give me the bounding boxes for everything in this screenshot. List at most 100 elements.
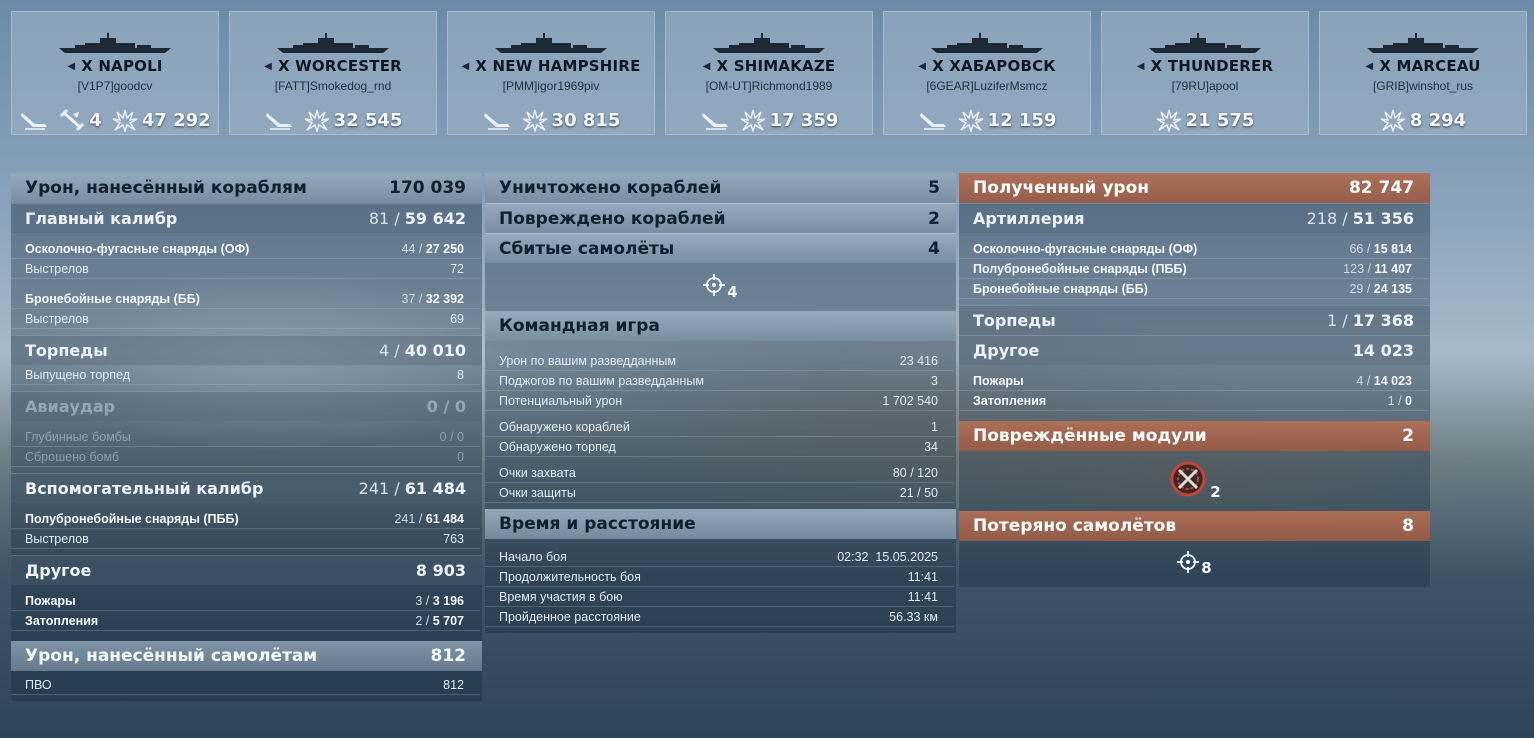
planes-lost-icons: 8 <box>959 541 1430 587</box>
torpedoes-spotted-row: Обнаружено торпед 34 <box>485 437 954 457</box>
floods-row: Затопления 2 / 5 707 <box>11 611 480 631</box>
stat-group: 47 292 <box>112 108 211 132</box>
stat-group <box>19 109 49 131</box>
destroyed-ships-header: Уничтожено кораблей 5 <box>485 173 956 203</box>
stat-group: 12 159 <box>958 108 1057 132</box>
bombs-dropped-row: Сброшено бомб 0 <box>11 447 480 467</box>
ship-name: ◀ X ХАБАРОВСК <box>918 57 1056 75</box>
ship-card[interactable]: ◀ X THUNDERER [79RU]apool 21 575 <box>1101 11 1309 135</box>
received-floods-row: Затопления 1 / 0 <box>959 391 1428 411</box>
damage-icon <box>1380 108 1406 132</box>
ship-name: ◀ X THUNDERER <box>1136 57 1274 75</box>
ship-card[interactable]: ◀ X NEW HAMPSHIRE [PMM]igor1969piv 30 815 <box>447 11 655 135</box>
ship-card[interactable]: ◀ X ХАБАРОВСК [6GEAR]LuziferMsmcz 12 159 <box>883 11 1091 135</box>
received-other-row: Другое 14 023 <box>959 335 1430 365</box>
player-name: [V1P7]goodcv <box>77 79 153 93</box>
aa-row: ПВО 812 <box>11 675 480 695</box>
ship-card[interactable]: ◀ X NAPOLI [V1P7]goodcv 4 47 292 <box>11 11 219 135</box>
ship-stats: 17 359 <box>666 108 872 132</box>
planes-lost-header: Потеряно самолётов 8 <box>959 511 1430 541</box>
received-torpedoes-row: Торпеды 1 / 17 368 <box>959 305 1430 335</box>
ship-name: ◀ X MARCEAU <box>1365 57 1481 75</box>
he-shots-row: Выстрелов 72 <box>11 259 480 279</box>
crosshair-icon <box>703 274 726 300</box>
ship-class-icon: ◀ <box>1365 60 1374 72</box>
torpedo-hit-icon <box>918 109 948 131</box>
ship-stats: 4 47 292 <box>12 108 218 132</box>
player-name: [FATT]Smokedog_rnd <box>274 79 392 93</box>
damage-received-header: Полученный урон 82 747 <box>959 173 1430 203</box>
damage-icon <box>304 108 330 132</box>
received-fires-row: Пожары 4 / 14 023 <box>959 371 1428 391</box>
received-he-row: Осколочно-фугасные снаряды (ОФ) 66 / 15 … <box>959 239 1428 259</box>
ship-card[interactable]: ◀ X MARCEAU [GRIB]winshot_rus 8 294 <box>1319 11 1527 135</box>
battle-duration-row: Продолжительность боя 11:41 <box>485 567 954 587</box>
ship-stats: 8 294 <box>1320 108 1526 132</box>
ship-card[interactable]: ◀ X WORCESTER [FATT]Smokedog_rnd 32 545 <box>229 11 437 135</box>
stat-group <box>918 109 948 131</box>
potential-damage-row: Потенциальный урон 1 702 540 <box>485 391 954 411</box>
depth-charges-row: Глубинные бомбы 0 / 0 <box>11 427 480 447</box>
ship-name: ◀ X NAPOLI <box>67 57 163 75</box>
stat-group <box>482 109 512 131</box>
torpedoes-row: Торпеды 4 / 40 010 <box>11 335 482 365</box>
crosshair-icon <box>1177 551 1200 577</box>
participation-time-row: Время участия в бою 11:41 <box>485 587 954 607</box>
ship-name: ◀ X NEW HAMPSHIRE <box>461 57 641 75</box>
damage-icon <box>112 108 138 132</box>
ship-silhouette-icon <box>448 32 654 56</box>
ship-class-icon: ◀ <box>1136 60 1145 72</box>
ship-stats: 21 575 <box>1102 108 1308 132</box>
spotting-fires-row: Поджогов по вашим разведданным 3 <box>485 371 954 391</box>
battle-start-row: Начало боя 02:32 15.05.2025 <box>485 547 954 567</box>
artillery-row: Артиллерия 218 / 51 356 <box>959 203 1430 233</box>
secondary-battery-row: Вспомогательный калибр 241 / 61 484 <box>11 473 482 503</box>
player-name: [79RU]apool <box>1171 79 1239 93</box>
ship-silhouette-icon <box>884 32 1090 56</box>
stat-value: 47 292 <box>141 109 211 131</box>
ship-silhouette-icon <box>1102 32 1308 56</box>
team-results-panel: Уничтожено кораблей 5 Повреждено корабле… <box>485 173 956 633</box>
ship-silhouette-icon <box>1320 32 1526 56</box>
received-ap-row: Бронебойные снаряды (ББ) 29 / 24 135 <box>959 279 1428 299</box>
ap-shots-row: Выстрелов 69 <box>11 309 480 329</box>
stat-group <box>264 109 294 131</box>
planes-shot-icons: 4 <box>485 263 956 311</box>
ship-class-icon: ◀ <box>67 60 76 72</box>
received-sap-row: Полубронебойные снаряды (ПББ) 123 / 11 4… <box>959 259 1428 279</box>
fires-row: Пожары 3 / 3 196 <box>11 591 480 611</box>
sap-shells-row: Полубронебойные снаряды (ПББ) 241 / 61 4… <box>11 509 480 529</box>
ship-card[interactable]: ◀ X SHIMAKAZE [OM-UT]Richmond1989 17 359 <box>665 11 873 135</box>
spotting-damage-row: Урон по вашим разведданным 23 416 <box>485 351 954 371</box>
damage-icon <box>522 108 548 132</box>
ship-silhouette-icon <box>666 32 872 56</box>
stat-group: 4 <box>59 108 102 132</box>
time-distance-header: Время и расстояние <box>485 509 956 539</box>
stat-value: 21 575 <box>1185 109 1255 131</box>
damaged-ships-header: Повреждено кораблей 2 <box>485 203 956 233</box>
airstrike-row: Авиаудар 0 / 0 <box>11 391 482 421</box>
torpedoes-launched-row: Выпущено торпед 8 <box>11 365 480 385</box>
stat-value: 32 545 <box>333 109 403 131</box>
stat-value: 4 <box>89 109 102 131</box>
ship-name: ◀ X SHIMAKAZE <box>702 57 836 75</box>
damage-dealt-header: Урон, нанесённый кораблям 170 039 <box>11 173 482 203</box>
torpedo-hit-icon <box>19 109 49 131</box>
ships-spotted-row: Обнаружено кораблей 1 <box>485 417 954 437</box>
stat-group: 17 359 <box>740 108 838 132</box>
secondary-shots-row: Выстрелов 763 <box>11 529 480 549</box>
stat-value: 8 294 <box>1409 109 1467 131</box>
stat-value: 12 159 <box>987 109 1057 131</box>
team-play-header: Командная игра <box>485 311 956 341</box>
ship-class-icon: ◀ <box>918 60 927 72</box>
he-shells-row: Осколочно-фугасные снаряды (ОФ) 44 / 27 … <box>11 239 480 259</box>
capture-points-row: Очки захвата 80 / 120 <box>485 463 954 483</box>
planes-shot-header: Сбитые самолёты 4 <box>485 233 956 263</box>
ship-class-icon: ◀ <box>702 60 711 72</box>
torpedo-hit-icon <box>264 109 294 131</box>
damage-icon <box>740 108 766 132</box>
ship-class-icon: ◀ <box>264 60 272 72</box>
damaged-modules-icons: 2 <box>959 451 1430 511</box>
distance-row: Пройденное расстояние 56.33 км <box>485 607 954 627</box>
torpedo-hit-icon <box>700 109 730 131</box>
